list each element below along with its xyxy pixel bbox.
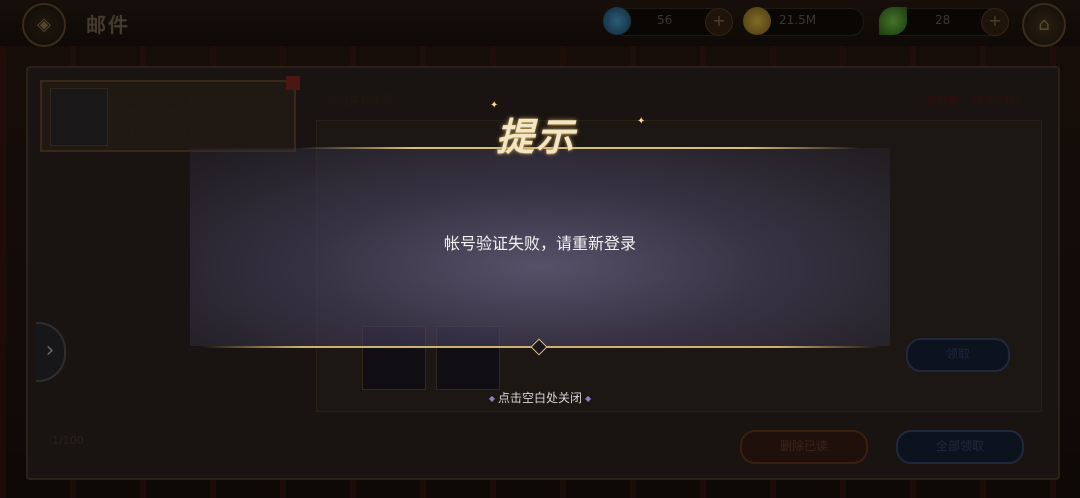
close-hint-text: 点击空白处关闭 [497, 391, 582, 405]
sparkle-icon: ✦ [637, 116, 646, 127]
dot-icon: ◆ [585, 394, 592, 403]
dialog-top-divider [300, 147, 860, 149]
dialog-message: 帐号验证失败，请重新登录 [443, 234, 636, 253]
dialog-title: 提示 [496, 114, 577, 159]
dialog-close-hint[interactable]: ◆ 点击空白处关闭 ◆ [0, 389, 1080, 406]
sparkle-icon: ✦ [490, 100, 499, 111]
dot-icon: ◆ [488, 394, 495, 403]
